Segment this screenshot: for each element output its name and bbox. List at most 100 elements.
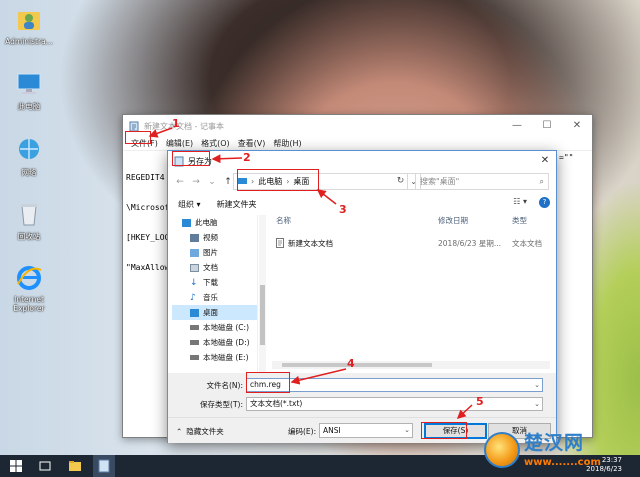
nav-item-music[interactable]: ♪ 音乐 xyxy=(172,290,257,305)
task-view-icon[interactable] xyxy=(38,459,52,473)
nav-item-videos[interactable]: 视频 xyxy=(172,230,257,245)
back-icon[interactable]: ← xyxy=(174,177,186,187)
chevron-down-icon[interactable]: ⌄ xyxy=(534,398,540,410)
menu-edit[interactable]: 编辑(E) xyxy=(162,137,197,150)
nav-item-pictures[interactable]: 图片 xyxy=(172,245,257,260)
chevron-down-icon: ⌄ xyxy=(404,426,410,434)
text-file-icon xyxy=(276,238,284,248)
watermark-title: 楚汉网 xyxy=(524,432,585,454)
nav-item-this-pc[interactable]: 此电脑 xyxy=(172,215,257,230)
computer-icon xyxy=(15,70,43,98)
file-date: 2018/6/23 星期... xyxy=(438,238,501,248)
save-as-dialog[interactable]: 另存为 ✕ ← → ⌄ ↑ › 此电脑 › 桌面 ⌄ ↻ 搜索"桌面" ⌕ 组织… xyxy=(167,150,557,443)
drive-icon xyxy=(190,355,199,360)
desktop-icon-this-pc[interactable]: 此电脑 xyxy=(0,70,58,112)
column-headers: 名称 修改日期 类型 xyxy=(272,215,550,229)
menu-format[interactable]: 格式(O) xyxy=(197,137,234,150)
nav-item-downloads[interactable]: ↓ 下载 xyxy=(172,275,257,290)
hide-folders-label: 隐藏文件夹 xyxy=(186,427,224,436)
desktop-folder-icon xyxy=(190,308,199,317)
annotation-step-3: 3 xyxy=(339,203,347,216)
filename-label: 文件名(N): xyxy=(206,380,244,390)
organize-button[interactable]: 组织 ▾ xyxy=(178,199,201,210)
drive-icon xyxy=(190,325,199,330)
annotation-step-4: 4 xyxy=(347,357,355,370)
nav-item-label: 此电脑 xyxy=(195,218,218,227)
file-name: 新建文本文档 xyxy=(288,238,333,248)
desktop-icon-label: 网络 xyxy=(21,168,37,177)
desktop-icon-label: Internet Explorer xyxy=(13,295,45,313)
file-row[interactable]: 新建文本文档 2018/6/23 星期... 文本文档 xyxy=(272,235,550,251)
nav-item-desktop[interactable]: 桌面 xyxy=(172,305,257,320)
save-form: 文件名(N): chm.reg ⌄ 保存类型(T): 文本文档(*.txt) ⌄ xyxy=(168,373,556,417)
forward-icon[interactable]: → xyxy=(190,177,202,187)
annotation-box-filename xyxy=(246,372,290,393)
annotation-box-save-as xyxy=(172,151,210,166)
desktop-icon-recycle-bin[interactable]: 回收站 xyxy=(0,200,58,242)
column-date[interactable]: 修改日期 xyxy=(434,215,508,229)
chevron-down-icon[interactable]: ⌄ xyxy=(206,177,218,187)
search-input[interactable]: 搜索"桌面" ⌕ xyxy=(415,173,549,190)
start-icon[interactable] xyxy=(9,459,23,473)
close-icon[interactable]: ✕ xyxy=(538,154,552,168)
scrollbar-thumb[interactable] xyxy=(260,285,265,345)
horizontal-scrollbar[interactable] xyxy=(272,361,550,369)
navigation-pane[interactable]: 此电脑 视频 图片 文档 ↓ 下载 ♪ 音乐 桌面 本地磁盘 (C:) 本地磁盘… xyxy=(172,215,258,375)
nav-item-label: 音乐 xyxy=(203,293,218,302)
refresh-icon[interactable]: ↻ xyxy=(394,173,408,190)
encoding-value: ANSI xyxy=(323,426,341,435)
filetype-label: 保存类型(T): xyxy=(200,399,243,409)
maximize-icon[interactable]: ☐ xyxy=(532,115,562,137)
hide-folders-toggle[interactable]: ⌃ 隐藏文件夹 xyxy=(176,426,224,437)
filetype-row: 保存类型(T): 文本文档(*.txt) ⌄ xyxy=(168,397,543,411)
desktop-icon-label: 回收站 xyxy=(17,232,41,241)
new-folder-button[interactable]: 新建文件夹 xyxy=(217,199,257,210)
notepad-taskbar-icon[interactable] xyxy=(93,455,115,477)
user-folder-icon xyxy=(15,6,43,34)
nav-item-drive-e[interactable]: 本地磁盘 (E:) xyxy=(172,350,257,365)
file-explorer-icon[interactable] xyxy=(68,459,82,473)
notepad-title: 新建文本文档 - 记事本 xyxy=(144,121,224,131)
search-placeholder: 搜索"桌面" xyxy=(420,177,460,186)
view-options-icon[interactable]: ☷ ▾ xyxy=(513,197,527,208)
desktop-icon-internet-explorer[interactable]: Internet Explorer xyxy=(0,264,58,313)
documents-folder-icon xyxy=(190,263,199,272)
nav-item-drive-c[interactable]: 本地磁盘 (C:) xyxy=(172,320,257,335)
filename-field[interactable]: chm.reg ⌄ xyxy=(246,378,543,392)
watermark-logo: 楚汉网 www.......com xyxy=(480,428,640,477)
file-type: 文本文档 xyxy=(512,238,542,248)
close-icon[interactable]: ✕ xyxy=(562,115,592,137)
nav-item-drive-d[interactable]: 本地磁盘 (D:) xyxy=(172,335,257,350)
minimize-icon[interactable]: — xyxy=(502,115,532,137)
desktop-icon-network[interactable]: 网络 xyxy=(0,136,58,178)
dialog-titlebar[interactable]: 另存为 ✕ xyxy=(168,151,556,171)
nav-item-label: 本地磁盘 (C:) xyxy=(203,323,249,332)
encoding-label: 编码(E): xyxy=(288,427,317,436)
file-list[interactable]: 名称 修改日期 类型 新建文本文档 2018/6/23 星期... 文本文档 xyxy=(272,215,550,375)
filetype-select[interactable]: 文本文档(*.txt) ⌄ xyxy=(246,397,543,411)
scrollbar-thumb[interactable] xyxy=(282,363,432,367)
nav-scrollbar[interactable] xyxy=(259,215,266,375)
encoding-select[interactable]: ANSI ⌄ xyxy=(319,423,413,438)
music-icon: ♪ xyxy=(190,292,196,303)
notepad-titlebar[interactable]: 新建文本文档 - 记事本 — ☐ ✕ xyxy=(123,115,592,137)
menu-help[interactable]: 帮助(H) xyxy=(269,137,305,150)
chevron-down-icon[interactable]: ⌄ xyxy=(534,379,540,391)
desktop-icon-administrator[interactable]: Administra... xyxy=(0,6,58,46)
annotation-box-address xyxy=(237,169,319,191)
column-type[interactable]: 类型 xyxy=(508,215,550,229)
annotation-box-file-menu xyxy=(125,131,151,144)
nav-item-label: 本地磁盘 (D:) xyxy=(203,338,250,347)
dialog-toolbar: 组织 ▾ 新建文件夹 ☷ ▾ ? xyxy=(168,195,556,213)
column-name[interactable]: 名称 xyxy=(272,215,434,229)
nav-item-documents[interactable]: 文档 xyxy=(172,260,257,275)
nav-item-label: 桌面 xyxy=(203,308,218,317)
nav-item-label: 本地磁盘 (E:) xyxy=(203,353,249,362)
annotation-step-1: 1 xyxy=(172,117,180,130)
help-icon[interactable]: ? xyxy=(539,197,550,208)
download-icon: ↓ xyxy=(190,277,198,288)
nav-item-label: 图片 xyxy=(203,248,218,257)
annotation-step-2: 2 xyxy=(243,151,251,164)
menu-view[interactable]: 查看(V) xyxy=(234,137,270,150)
internet-explorer-icon xyxy=(15,264,43,292)
